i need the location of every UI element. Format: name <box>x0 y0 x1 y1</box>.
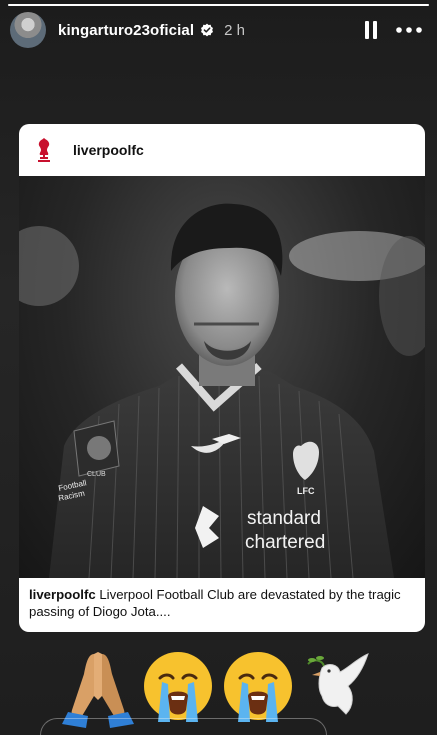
story-progress-fill <box>8 4 429 6</box>
loudly-crying-face-emoji <box>138 644 218 728</box>
pause-icon[interactable] <box>359 18 383 42</box>
sponsor-text-2: chartered <box>245 532 325 553</box>
emoji-reactions <box>58 644 378 728</box>
story-viewer[interactable]: kingarturo23oficial 2 h liverpoolfc CLUB… <box>0 0 437 735</box>
reply-bar[interactable] <box>40 718 327 735</box>
shared-post-caption: liverpoolfc Liverpool Football Club are … <box>19 578 425 620</box>
caption-username[interactable]: liverpoolfc <box>29 587 96 602</box>
sleeve-badge-text: CLUB <box>87 471 106 478</box>
verified-badge-icon <box>200 23 214 37</box>
more-options-icon[interactable] <box>391 18 427 42</box>
player-photo: CLUB Football Racism LFC standard charte… <box>19 176 425 578</box>
story-timestamp: 2 h <box>224 21 245 39</box>
folded-hands-emoji <box>58 644 138 728</box>
shared-post-header: liverpoolfc <box>19 124 425 176</box>
dove-with-olive-branch-emoji <box>298 644 378 728</box>
profile-avatar[interactable] <box>10 12 46 48</box>
shared-post-account[interactable]: liverpoolfc <box>73 142 144 158</box>
story-header: kingarturo23oficial 2 h <box>10 12 427 48</box>
story-progress-bar <box>8 4 429 6</box>
liverpool-crest-icon <box>33 137 55 163</box>
loudly-crying-face-emoji <box>218 644 298 728</box>
shared-post-card[interactable]: liverpoolfc CLUB Football Racism LFC sta… <box>19 124 425 632</box>
story-username[interactable]: kingarturo23oficial <box>58 22 194 39</box>
sponsor-text-1: standard <box>247 508 321 529</box>
shirt-crest-text: LFC <box>297 486 315 496</box>
